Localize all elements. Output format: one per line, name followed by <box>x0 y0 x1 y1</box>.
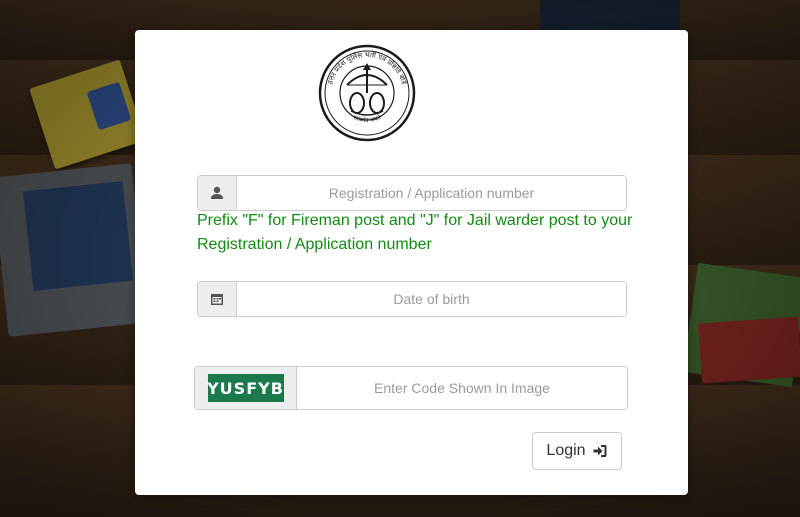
registration-prefix-hint: Prefix "F" for Fireman post and "J" for … <box>197 212 633 253</box>
calendar-icon <box>198 282 237 316</box>
user-icon <box>198 176 237 210</box>
captcha-input[interactable] <box>297 367 627 409</box>
login-card: उत्तर प्रदेश पुलिस भर्ती एवं प्रोन्नति ब… <box>135 30 688 495</box>
date-of-birth-input[interactable] <box>237 282 626 316</box>
dob-input-group <box>197 281 627 317</box>
captcha-input-group: YUSFYB <box>194 366 628 410</box>
registration-input-group <box>197 175 627 211</box>
registration-number-input[interactable] <box>237 176 626 210</box>
login-button-label: Login <box>546 442 586 459</box>
board-emblem-logo: उत्तर प्रदेश पुलिस भर्ती एवं प्रोन्नति ब… <box>318 44 416 142</box>
login-button[interactable]: Login <box>532 432 622 470</box>
login-icon <box>593 445 607 457</box>
captcha-image-container: YUSFYB <box>195 367 297 409</box>
captcha-image: YUSFYB <box>207 374 284 402</box>
